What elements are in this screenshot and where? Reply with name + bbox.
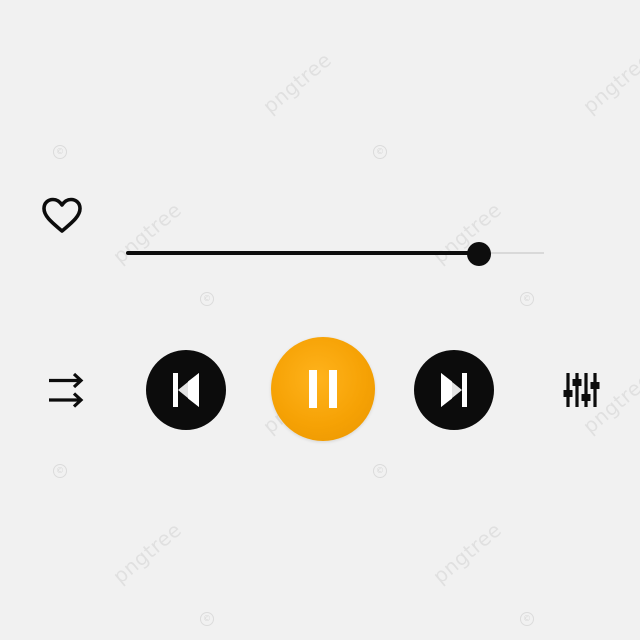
watermark-copyright-mark: © xyxy=(53,145,67,159)
skip-previous-icon xyxy=(173,373,199,407)
pause-icon xyxy=(309,370,337,408)
watermark-text: pngtree xyxy=(428,517,507,589)
heart-outline-icon xyxy=(42,197,82,233)
repeat-button[interactable] xyxy=(46,370,88,410)
like-button[interactable] xyxy=(40,196,84,236)
pause-button[interactable] xyxy=(271,337,375,441)
equalizer-sliders-icon xyxy=(563,373,600,407)
watermark-text: pngtree xyxy=(108,517,187,589)
repeat-arrows-icon xyxy=(49,372,84,408)
watermark-copyright-mark: © xyxy=(373,145,387,159)
watermark-text: pngtree xyxy=(258,47,337,119)
watermark-copyright-mark: © xyxy=(520,292,534,306)
equalizer-button[interactable] xyxy=(560,370,602,410)
music-player: pngtree pngtree pngtree pngtree pngtree … xyxy=(0,0,640,640)
previous-button[interactable] xyxy=(146,350,226,430)
next-button[interactable] xyxy=(414,350,494,430)
progress-fill xyxy=(126,251,479,255)
watermark-copyright-mark: © xyxy=(200,292,214,306)
watermark-text: pngtree xyxy=(578,47,640,119)
watermark-copyright-mark: © xyxy=(520,612,534,626)
progress-thumb[interactable] xyxy=(466,242,491,266)
playback-progress-slider[interactable] xyxy=(126,238,544,268)
watermark-copyright-mark: © xyxy=(373,464,387,478)
skip-next-icon xyxy=(441,373,467,407)
watermark-copyright-mark: © xyxy=(200,612,214,626)
watermark-copyright-mark: © xyxy=(53,464,67,478)
